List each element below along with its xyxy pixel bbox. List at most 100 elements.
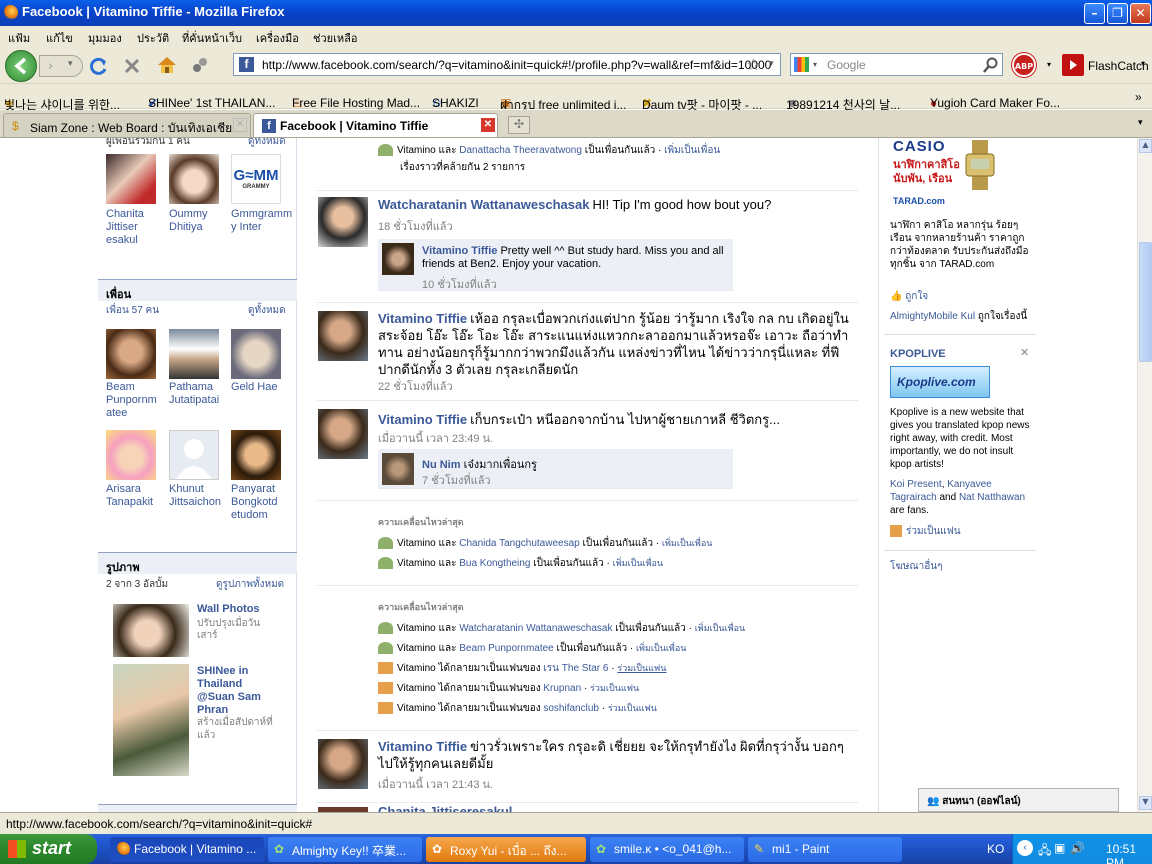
- taskbar-item-msn[interactable]: ✿ smile.ĸ • <o_041@h...: [590, 837, 744, 862]
- scroll-thumb[interactable]: [1139, 242, 1152, 362]
- friends-count[interactable]: เพื่อน 57 คน: [106, 303, 159, 318]
- comment-author[interactable]: Vitamino Tiffie: [422, 245, 497, 257]
- taskbar-item-firefox[interactable]: Facebook | Vitamino ...: [110, 837, 264, 862]
- search-box[interactable]: ▾ Google: [790, 53, 1003, 76]
- post-author[interactable]: Vitamino Tiffie: [378, 311, 467, 326]
- default-avatar[interactable]: [169, 430, 219, 480]
- window-titlebar[interactable]: Facebook | Vitamino Tiffie - Mozilla Fir…: [0, 0, 1152, 26]
- post-author[interactable]: Vitamino Tiffie: [378, 739, 467, 754]
- friends-view-all[interactable]: ดูทั้งหมด: [248, 303, 286, 318]
- comment-avatar[interactable]: [382, 453, 414, 485]
- friend-photo[interactable]: [106, 154, 156, 204]
- bookmarks-overflow-icon[interactable]: »: [1135, 90, 1142, 104]
- vertical-scrollbar[interactable]: ▲ ▼: [1137, 138, 1152, 812]
- history-dropdown-icon[interactable]: ▾: [68, 59, 73, 69]
- author-avatar[interactable]: [318, 739, 368, 789]
- engine-dropdown-icon[interactable]: ▾: [813, 60, 817, 69]
- start-button[interactable]: start: [0, 834, 97, 864]
- post-author[interactable]: Chanita Jittiseresakul: [378, 804, 512, 812]
- post-author[interactable]: Watcharatanin Wattanaweschasak: [378, 197, 589, 212]
- stop-icon[interactable]: [123, 57, 141, 75]
- friend-name[interactable]: Khunut Jittsaichon: [169, 483, 224, 509]
- post-time[interactable]: 22 ชั่วโมงที่แล้ว: [378, 377, 453, 395]
- search-icon[interactable]: [983, 57, 999, 73]
- language-indicator[interactable]: KO: [987, 842, 1004, 856]
- maximize-button[interactable]: ❐: [1107, 3, 1128, 24]
- friend-photo[interactable]: [169, 329, 219, 379]
- ad-brand[interactable]: CASIO: [893, 138, 946, 155]
- back-button[interactable]: [5, 50, 37, 82]
- tab-facebook[interactable]: f Facebook | Vitamino Tiffie ✕: [253, 113, 498, 137]
- post-time[interactable]: เมื่อวานนี้ เวลา 21:43 น.: [378, 775, 493, 793]
- reload-icon[interactable]: [89, 56, 109, 76]
- flashcatch-label[interactable]: FlashCatch: [1088, 59, 1149, 73]
- album-title[interactable]: Wall Photos: [197, 603, 260, 615]
- friend-name[interactable]: Geld Hae: [231, 381, 286, 394]
- photos-view-all[interactable]: ดูรูปภาพทั้งหมด: [216, 577, 284, 592]
- friend-name[interactable]: Arisara Tanapakit: [106, 483, 161, 509]
- menu-help[interactable]: ช่วยเหลือ: [313, 29, 357, 47]
- ad-site[interactable]: TARAD.com: [893, 196, 945, 206]
- adblock-icon[interactable]: ABP: [1012, 53, 1036, 77]
- ad-liker[interactable]: AlmightyMobile Kul: [890, 311, 975, 322]
- ad-title[interactable]: KPOPLIVE: [890, 348, 946, 360]
- comment-avatar[interactable]: [382, 243, 414, 275]
- ad-headline[interactable]: นาฬิกาคาสิโอ นับพัน, เรือน: [893, 158, 963, 186]
- menu-view[interactable]: มุมมอง: [88, 29, 122, 47]
- friend-name[interactable]: Gmmgramm y Inter: [231, 208, 292, 234]
- author-avatar[interactable]: [318, 409, 368, 459]
- friend-photo[interactable]: [231, 430, 281, 480]
- close-tab-icon[interactable]: ✕: [233, 118, 247, 132]
- new-tab-icon[interactable]: ✣: [508, 116, 530, 134]
- friend-photo[interactable]: [106, 430, 156, 480]
- volume-icon[interactable]: 🔊: [1070, 841, 1085, 855]
- menu-file[interactable]: แฟ้ม: [8, 29, 30, 47]
- menu-tools[interactable]: เครื่องมือ: [256, 29, 299, 47]
- flashcatch-dropdown-icon[interactable]: ▾: [1141, 59, 1145, 68]
- album-title[interactable]: SHINee in Thailand @Suan Sam Phran: [197, 665, 272, 717]
- post-time[interactable]: เมื่อวานนี้ เวลา 23:49 น.: [378, 429, 493, 447]
- gmm-grammy-logo[interactable]: G≈MM GRAMMY: [231, 154, 281, 204]
- url-text[interactable]: http://www.facebook.com/search/?q=vitami…: [262, 58, 771, 72]
- author-avatar[interactable]: [318, 311, 368, 361]
- become-fan-button[interactable]: ร่วมเป็นแฟน: [890, 524, 961, 539]
- watch-icon[interactable]: [962, 140, 998, 190]
- friend-name[interactable]: Oummy Dhitiya: [169, 208, 224, 234]
- friend-photo[interactable]: [169, 154, 219, 204]
- forward-button[interactable]: › ▾: [39, 55, 83, 77]
- post-time[interactable]: 18 ชั่วโมงที่แล้ว: [378, 217, 453, 235]
- mutual-view-all[interactable]: ดูทั้งหมด: [248, 138, 286, 149]
- taskbar-item-msn[interactable]: ✿ Almighty Key!! 卒業...: [268, 837, 422, 862]
- album-cover[interactable]: [113, 664, 189, 776]
- minimize-button[interactable]: –: [1084, 3, 1105, 24]
- ad-like-button[interactable]: 👍 ถูกใจ: [890, 289, 928, 304]
- tab-siamzone[interactable]: $ Siam Zone : Web Board : บันเทิงเอเชีย …: [3, 113, 251, 137]
- friend-photo[interactable]: [106, 329, 156, 379]
- clock[interactable]: 10:51 PM: [1106, 842, 1152, 864]
- flashcatch-icon[interactable]: [1062, 54, 1084, 76]
- menu-history[interactable]: ประวัติ: [137, 29, 169, 47]
- tray-expand-icon[interactable]: ‹: [1017, 840, 1033, 856]
- post-author[interactable]: Vitamino Tiffie: [378, 412, 467, 427]
- addon-gear-icon[interactable]: [191, 56, 209, 74]
- close-tab-icon[interactable]: ✕: [481, 118, 495, 132]
- url-dropdown-icon[interactable]: ▾: [769, 58, 774, 69]
- friend-name[interactable]: Pathama Jutatipatai: [169, 381, 229, 407]
- kpoplive-logo[interactable]: Kpoplive.com: [890, 366, 990, 398]
- google-engine-icon[interactable]: [794, 57, 809, 72]
- similar-stories-link[interactable]: เรื่องราวที่คล้ายกัน 2 รายการ: [400, 160, 525, 175]
- scroll-down-icon[interactable]: ▼: [1139, 796, 1152, 810]
- taskbar-item-paint[interactable]: ✎ mi1 - Paint: [748, 837, 902, 862]
- comment-author[interactable]: Nu Nim: [422, 459, 461, 471]
- album-cover[interactable]: [113, 604, 189, 657]
- friend-photo[interactable]: [231, 329, 281, 379]
- scroll-up-icon[interactable]: ▲: [1139, 139, 1152, 153]
- network-icon[interactable]: 🖧: [1038, 841, 1051, 862]
- home-icon[interactable]: [156, 55, 178, 75]
- adblock-dropdown-icon[interactable]: ▾: [1047, 60, 1051, 69]
- tray-app-icon[interactable]: ▣: [1054, 841, 1065, 855]
- menu-bookmarks[interactable]: ที่คั่นหน้าเว็บ: [182, 29, 242, 47]
- close-ad-icon[interactable]: ✕: [1020, 346, 1029, 359]
- more-ads-link[interactable]: โฆษณาอื่นๆ: [890, 559, 943, 574]
- chat-bar[interactable]: 👥 สนทนา (ออฟไลน์): [918, 788, 1119, 812]
